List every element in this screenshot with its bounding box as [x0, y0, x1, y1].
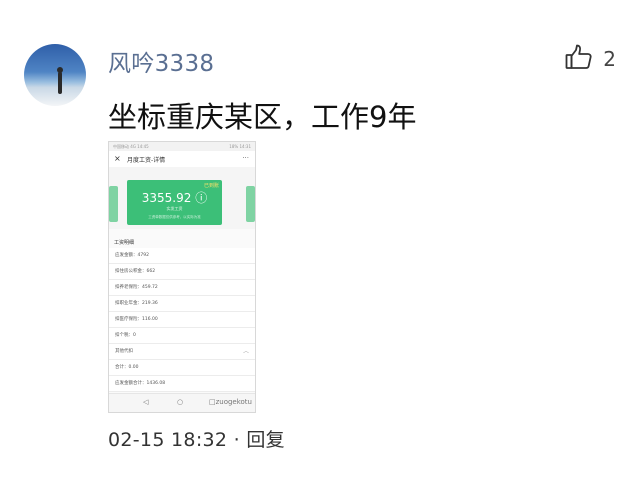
list-item: 合计：0.00 — [109, 360, 255, 376]
comment-timestamp: 02-15 18:32 — [108, 429, 228, 451]
reply-button[interactable]: 回复 — [246, 429, 285, 451]
list-item: 扣职业年金：219.36 — [109, 296, 255, 312]
close-icon: × — [114, 154, 121, 163]
salary-card: 已到账 3355.92 ⓘ 实发工资 工资单数据仅供参考，以实际为准 — [127, 180, 222, 225]
phone-title-bar: × 月度工资-详情 ··· — [109, 151, 255, 168]
comment-text: 坐标重庆某区，工作9年 — [108, 100, 417, 134]
list-item: 扣住房公积金：662 — [109, 264, 255, 280]
phone-page-title: 月度工资-详情 — [127, 157, 166, 164]
home-icon: ○ — [177, 398, 184, 406]
salary-card-note: 工资单数据仅供参考，以实际为准 — [148, 215, 201, 219]
meta-separator: · — [233, 429, 240, 451]
username[interactable]: 风吟3338 — [108, 44, 214, 78]
details-section-title: 工资明细 — [114, 240, 135, 246]
salary-detail-list: 应发金额：4792 扣住房公积金：662 扣养老保险：459.72 扣职业年金：… — [109, 248, 255, 392]
comment-meta: 02-15 18:32 · 回复 — [108, 425, 285, 452]
phone-status-bar: 中国移动 4G 14:45 18% 14:31 — [109, 142, 255, 151]
status-left: 中国移动 4G 14:45 — [113, 144, 149, 149]
thumbs-up-icon — [565, 44, 593, 74]
list-item: 应发金额合计：1436.08 — [109, 376, 255, 392]
list-item: 扣个税：0 — [109, 328, 255, 344]
list-item: 扣医疗保险：116.00 — [109, 312, 255, 328]
status-right: 18% 14:31 — [229, 144, 251, 149]
chevron-up-icon: ︿ — [242, 348, 249, 355]
back-icon: ◁ — [143, 398, 149, 406]
salary-card-subtitle: 实发工资 — [166, 206, 183, 211]
card-status-tag: 已到账 — [203, 183, 219, 189]
list-item: 扣养老保险：459.72 — [109, 280, 255, 296]
list-item-expandable: 其他代扣 ︿ — [109, 344, 255, 360]
avatar[interactable] — [24, 44, 86, 106]
like-button[interactable]: 2 — [565, 44, 616, 74]
phone-nav-bar: ◁ ○ □ zuogekotu — [109, 393, 255, 412]
next-card-peek — [246, 186, 255, 222]
watermark: zuogekotu — [215, 398, 252, 406]
prev-card-peek — [109, 186, 118, 222]
attached-screenshot[interactable]: 中国移动 4G 14:45 18% 14:31 × 月度工资-详情 ··· 已到… — [108, 141, 256, 413]
more-icon: ··· — [242, 154, 249, 162]
list-item: 应发金额：4792 — [109, 248, 255, 264]
list-item-label: 其他代扣 — [115, 349, 133, 354]
avatar-figure-body — [58, 72, 62, 94]
like-count: 2 — [603, 47, 616, 71]
salary-amount: 3355.92 ⓘ — [141, 191, 208, 205]
